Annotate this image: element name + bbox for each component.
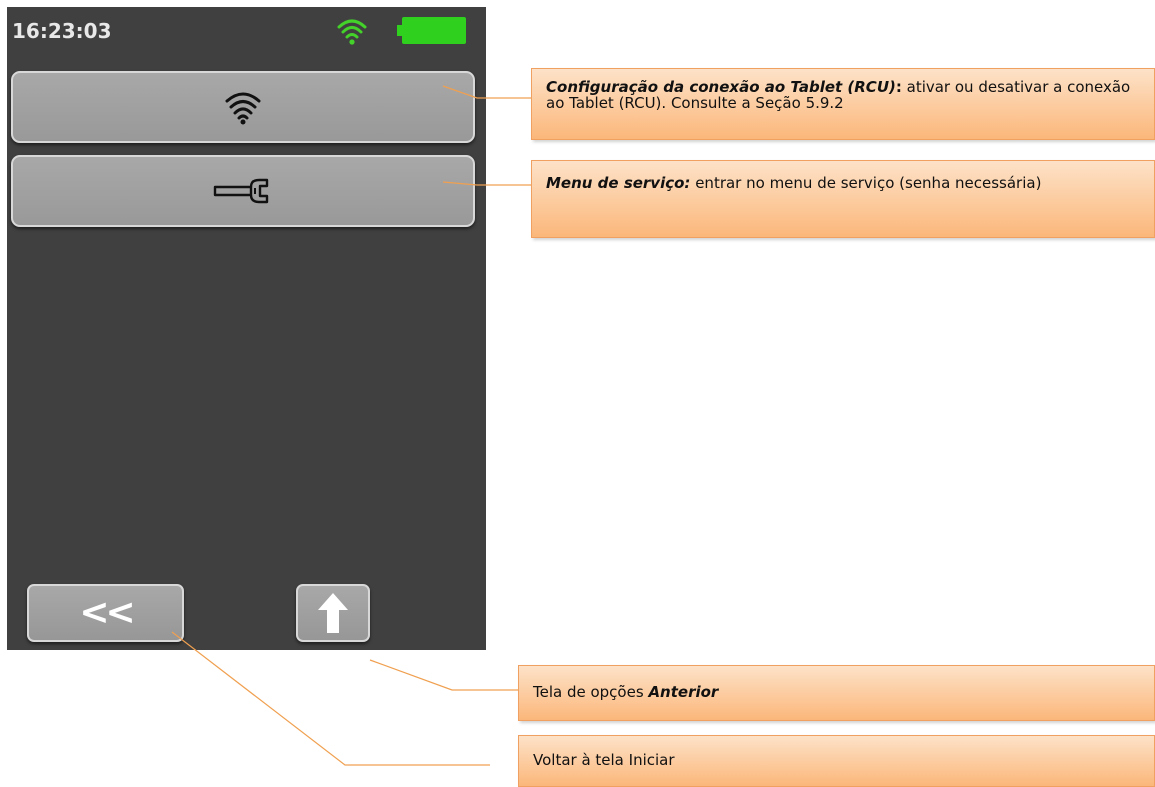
callout-previous: Tela de opções Anterior (518, 665, 1155, 721)
leader-line-rcu (442, 85, 531, 99)
leader-line-home (171, 631, 490, 766)
callout-service: Menu de serviço: entrar no menu de servi… (531, 160, 1155, 238)
callout-previous-text: Tela de opções (533, 683, 649, 701)
callout-rcu: Configuração da conexão ao Tablet (RCU):… (531, 68, 1155, 140)
callout-home-text: Voltar à tela Iniciar (533, 751, 675, 769)
callout-service-text: entrar no menu de serviço (senha necessá… (690, 174, 1042, 192)
callout-home: Voltar à tela Iniciar (518, 735, 1155, 787)
callout-service-title: Menu de serviço: (546, 174, 691, 192)
leader-line-service (442, 181, 531, 186)
leader-line-previous (369, 659, 518, 691)
callout-previous-title: Anterior (648, 683, 719, 701)
